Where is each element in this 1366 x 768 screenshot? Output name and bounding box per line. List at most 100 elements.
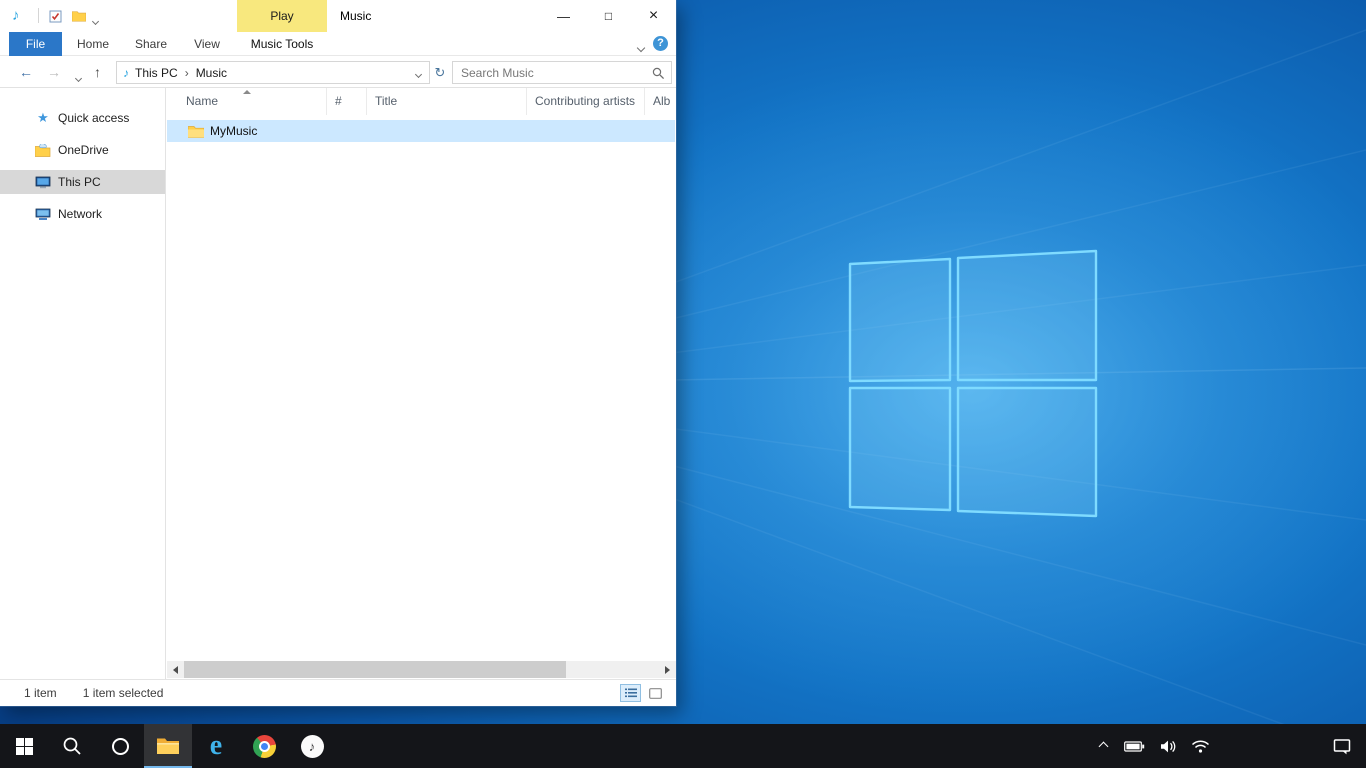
column-label: Name [186,94,218,108]
triangle-right-icon [665,666,670,674]
chevron-down-icon [92,18,99,25]
search-box [452,61,672,84]
status-bar: 1 item 1 item selected [0,679,676,706]
column-header-title[interactable]: Title [367,88,527,115]
chevron-down-icon [75,75,82,82]
ribbon-tab-row: File Home Share View Music Tools ? [0,32,676,56]
taskbar: e ♪ [0,724,1366,768]
selection-count: 1 item selected [83,686,164,700]
chrome-icon [253,735,276,758]
large-icons-view-button[interactable] [645,684,666,702]
navigation-toolbar: ← → ↑ ♪ This PC › Music ↻ [0,57,676,88]
onedrive-icon [34,144,52,157]
chevron-down-icon [415,70,422,77]
maximize-button[interactable]: □ [586,0,631,32]
windows-logo-icon [16,738,33,755]
taskbar-file-explorer-button[interactable] [144,724,192,768]
play-tab-label: Play [270,9,293,23]
breadcrumb-this-pc[interactable]: This PC [135,66,178,80]
music-tools-play-tab[interactable]: Play [237,0,327,32]
taskbar-itunes-button[interactable]: ♪ [288,724,336,768]
edge-icon: e [210,732,222,760]
tab-share[interactable]: Share [127,32,175,56]
qat-new-folder-button[interactable] [70,7,88,25]
sidebar-item-label: Network [58,207,102,221]
network-wifi-icon[interactable] [1191,739,1210,753]
window-controls: — □ × [541,0,676,32]
start-button[interactable] [0,724,48,768]
star-icon: ★ [34,110,52,126]
divider [38,8,39,23]
view-toggle-buttons [620,684,666,702]
music-tools-group-label[interactable]: Music Tools [237,32,327,56]
recent-locations-button[interactable] [76,70,81,84]
battery-icon[interactable] [1124,741,1145,752]
sidebar-item-onedrive[interactable]: OneDrive [0,138,165,162]
sidebar-item-network[interactable]: Network [0,202,165,226]
close-button[interactable]: × [631,0,676,32]
column-header-album[interactable]: Alb [645,88,676,115]
search-icon[interactable] [652,67,665,83]
column-label: Title [375,94,397,108]
navigation-pane: ★ Quick access OneDrive This PC [0,88,166,679]
taskbar-chrome-button[interactable] [240,724,288,768]
music-note-app-icon: ♪ [12,7,20,25]
column-header-name[interactable]: Name [167,88,327,115]
breadcrumb-separator: › [185,66,189,80]
sidebar-item-label: This PC [58,175,101,189]
minimize-button[interactable]: — [541,0,586,32]
action-center-button[interactable] [1333,738,1352,755]
refresh-button[interactable]: ↻ [431,61,449,84]
sidebar-item-label: Quick access [58,111,129,125]
column-headers: Name # Title Contributing artists Alb [167,88,676,115]
tab-view[interactable]: View [185,32,229,56]
cortana-icon [112,738,129,755]
cortana-button[interactable] [96,724,144,768]
breadcrumb-music[interactable]: Music [196,66,227,80]
qat-customize-button[interactable] [93,13,98,27]
window-titlebar[interactable]: ♪ Play Music — □ × [0,0,676,32]
sidebar-item-this-pc[interactable]: This PC [0,170,165,194]
scroll-right-button[interactable] [659,661,676,678]
tab-home[interactable]: Home [70,32,116,56]
item-count: 1 item [24,686,57,700]
search-icon [62,736,82,756]
horizontal-scrollbar[interactable] [167,661,676,678]
scroll-left-button[interactable] [167,661,184,678]
large-icons-view-icon [649,688,662,699]
expand-ribbon-button[interactable] [638,40,644,54]
show-hidden-icons-button[interactable] [1099,741,1109,751]
properties-icon [49,10,62,23]
column-header-contributing-artists[interactable]: Contributing artists [527,88,645,115]
scrollbar-thumb[interactable] [184,661,566,678]
taskbar-search-button[interactable] [48,724,96,768]
folder-icon [188,125,204,138]
file-row-mymusic[interactable]: MyMusic [167,120,675,142]
taskbar-edge-button[interactable]: e [192,724,240,768]
back-button[interactable]: ← [19,57,33,87]
sidebar-item-quick-access[interactable]: ★ Quick access [0,106,165,130]
itunes-icon: ♪ [301,735,324,758]
file-explorer-icon [156,737,180,755]
up-button[interactable]: ↑ [94,57,101,87]
window-title: Music [340,0,371,32]
triangle-left-icon [173,666,178,674]
address-dropdown-button[interactable] [416,66,421,80]
search-input[interactable] [453,62,649,83]
column-label: Contributing artists [535,94,635,108]
sidebar-item-label: OneDrive [58,143,109,157]
file-list: Name # Title Contributing artists Alb [167,88,676,661]
tab-file[interactable]: File [9,32,62,56]
help-button[interactable]: ? [653,36,668,51]
action-center-icon [1333,738,1352,755]
column-header-number[interactable]: # [327,88,367,115]
column-label: # [335,94,342,108]
details-view-button[interactable] [620,684,641,702]
chevron-down-icon [637,44,645,52]
details-view-icon [625,688,637,698]
qat-properties-button[interactable] [46,7,64,25]
music-note-icon: ♪ [123,66,129,80]
volume-icon[interactable] [1160,740,1176,753]
address-bar[interactable]: ♪ This PC › Music [116,61,430,84]
forward-button[interactable]: → [47,57,61,87]
